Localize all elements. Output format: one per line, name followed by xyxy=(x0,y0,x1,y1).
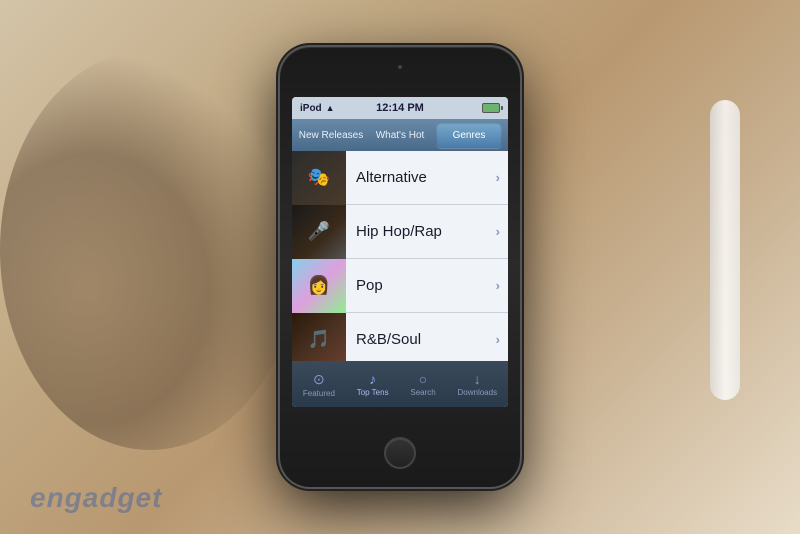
bottom-toolbar: ⊙ Featured ♪ Top Tens ○ Search ↓ Downloa… xyxy=(292,361,508,407)
genre-item-pop[interactable]: 👩 Pop › xyxy=(292,259,508,313)
top-camera-area xyxy=(398,65,402,69)
battery-icon xyxy=(482,103,500,113)
featured-icon: ⊙ xyxy=(313,371,325,388)
genre-thumb-pop: 👩 xyxy=(292,259,346,313)
thumb-figure-rnb: 🎵 xyxy=(292,313,346,362)
top-tens-icon: ♪ xyxy=(369,371,376,387)
wifi-icon: ▲ xyxy=(326,103,335,113)
genre-label-rnb: R&B/Soul xyxy=(346,331,496,348)
genre-label-alternative: Alternative xyxy=(346,169,496,186)
toolbar-downloads[interactable]: ↓ Downloads xyxy=(452,369,504,399)
watermark: engadget xyxy=(30,482,162,514)
chevron-rnb: › xyxy=(496,332,500,347)
tab-genres[interactable]: Genres xyxy=(436,122,502,148)
genre-thumb-hiphop: 🎤 xyxy=(292,205,346,259)
tab-new-releases[interactable]: New Releases xyxy=(298,122,364,148)
ipod-screen: iPod ▲ 12:14 PM New Releases What's Hot … xyxy=(292,97,508,407)
chevron-hiphop: › xyxy=(496,224,500,239)
search-label: Search xyxy=(410,388,435,397)
genre-label-hiphop: Hip Hop/Rap xyxy=(346,223,496,240)
search-icon: ○ xyxy=(419,371,427,387)
genre-item-rnb[interactable]: 🎵 R&B/Soul › xyxy=(292,313,508,361)
genre-tab-bar: New Releases What's Hot Genres xyxy=(292,119,508,151)
ipod-device: iPod ▲ 12:14 PM New Releases What's Hot … xyxy=(280,47,520,487)
cable xyxy=(710,100,740,400)
thumb-figure-hiphop: 🎤 xyxy=(292,205,346,259)
genre-item-alternative[interactable]: 🎭 Alternative › xyxy=(292,151,508,205)
tab-whats-hot[interactable]: What's Hot xyxy=(367,122,433,148)
downloads-label: Downloads xyxy=(458,388,498,397)
genre-label-pop: Pop xyxy=(346,277,496,294)
chevron-pop: › xyxy=(496,278,500,293)
genre-list: 🎭 Alternative › 🎤 Hip Hop/Rap › 👩 Pop › xyxy=(292,151,508,361)
status-time: 12:14 PM xyxy=(376,102,424,114)
chevron-alternative: › xyxy=(496,170,500,185)
status-left: iPod ▲ xyxy=(300,103,335,114)
toolbar-top-tens[interactable]: ♪ Top Tens xyxy=(351,369,395,399)
toolbar-search[interactable]: ○ Search xyxy=(404,369,441,399)
hand-background xyxy=(0,50,300,450)
downloads-icon: ↓ xyxy=(474,371,481,387)
thumb-figure-alternative: 🎭 xyxy=(292,151,346,205)
device-name-label: iPod xyxy=(300,103,322,114)
genre-item-hiphop[interactable]: 🎤 Hip Hop/Rap › xyxy=(292,205,508,259)
home-button[interactable] xyxy=(384,437,416,469)
thumb-figure-pop: 👩 xyxy=(292,259,346,313)
toolbar-featured[interactable]: ⊙ Featured xyxy=(297,369,341,400)
status-bar: iPod ▲ 12:14 PM xyxy=(292,97,508,119)
featured-label: Featured xyxy=(303,389,335,398)
genre-thumb-rnb: 🎵 xyxy=(292,313,346,362)
genre-thumb-alternative: 🎭 xyxy=(292,151,346,205)
top-tens-label: Top Tens xyxy=(357,388,389,397)
camera-dot xyxy=(398,65,402,69)
